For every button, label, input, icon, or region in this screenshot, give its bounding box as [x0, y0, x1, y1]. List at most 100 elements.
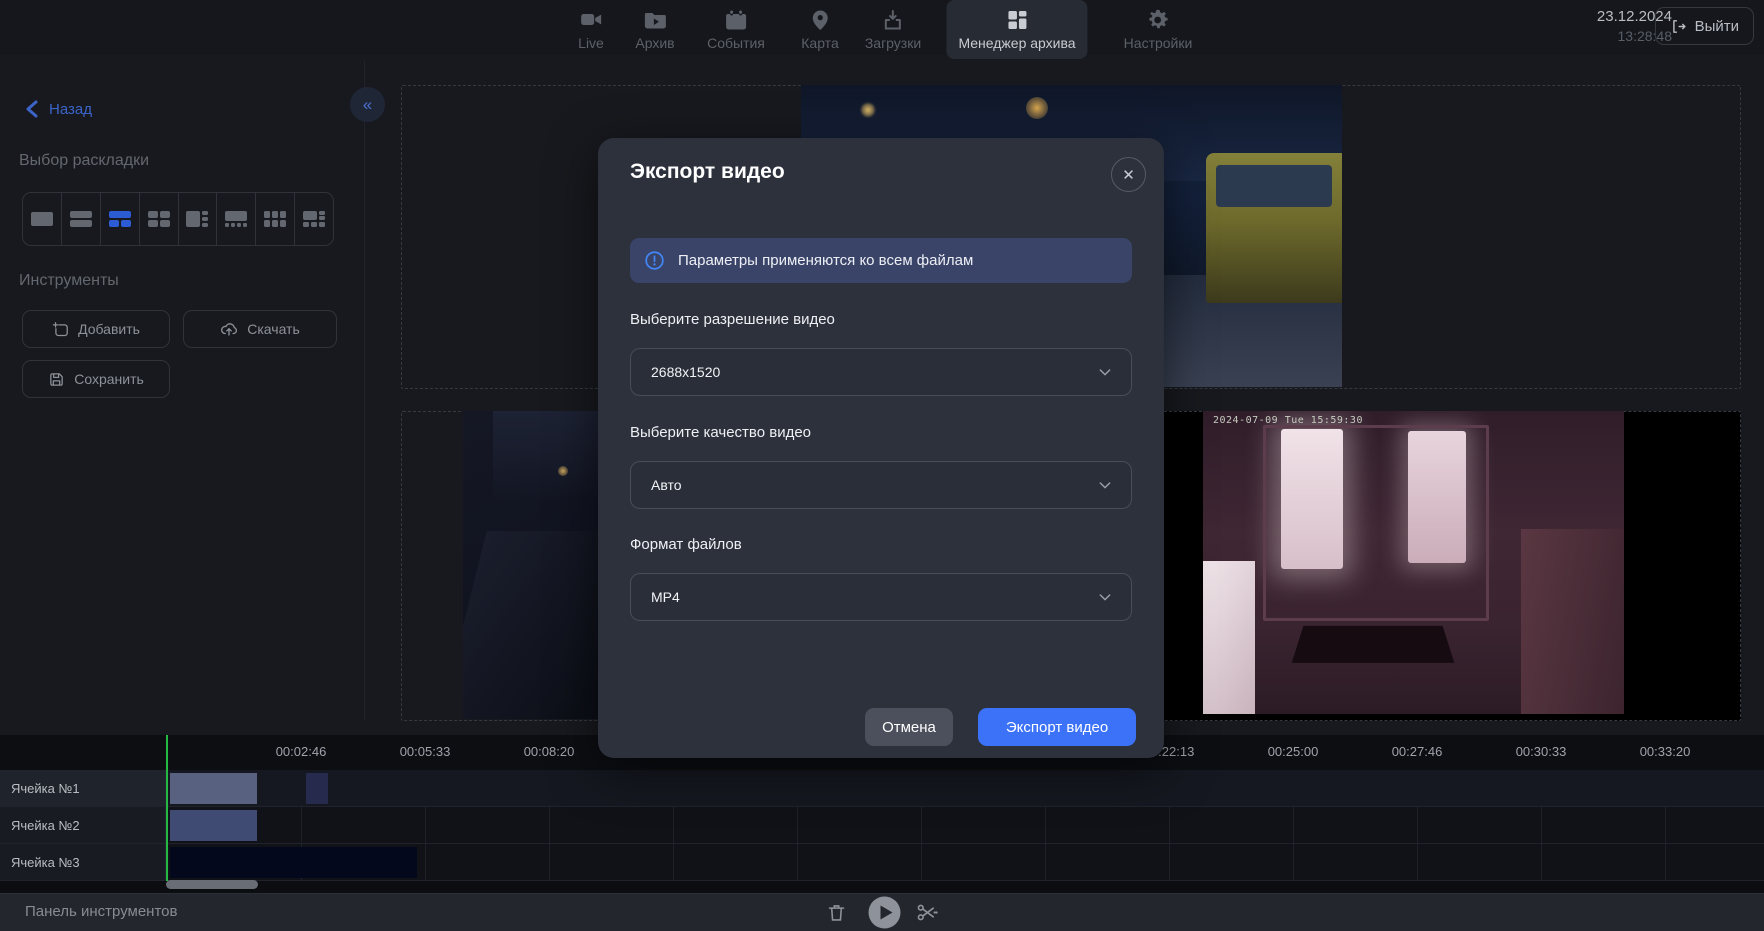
timeline-row-3[interactable]: Ячейка №3 [0, 844, 1764, 881]
logout-button[interactable]: Выйти [1655, 7, 1754, 45]
time-tick: 00:33:20 [1640, 744, 1691, 759]
recording-segment[interactable] [170, 810, 257, 841]
layout-option-2[interactable] [62, 193, 101, 245]
download-button-label: Скачать [247, 321, 300, 337]
export-video-modal: Экспорт видео ✕ Параметры применяются ко… [598, 138, 1164, 758]
playhead-marker[interactable] [166, 735, 168, 881]
close-modal-button[interactable]: ✕ [1111, 157, 1146, 192]
download-button[interactable]: Скачать [183, 310, 337, 348]
row-label: Ячейка №2 [0, 807, 166, 843]
floppy-disk-icon [48, 371, 65, 388]
sidebar-divider [364, 60, 365, 720]
gear-icon [1146, 8, 1170, 32]
archive-manager-screen: Live Архив События Карта Загрузки Менедж… [0, 0, 1764, 931]
lamp-glow [558, 466, 568, 476]
recording-segment[interactable] [170, 847, 417, 878]
layout-4-icon [146, 209, 172, 229]
quality-select[interactable]: Авто [630, 461, 1132, 509]
layout-option-3-selected[interactable] [101, 193, 140, 245]
save-button[interactable]: Сохранить [22, 360, 170, 398]
cancel-button[interactable]: Отмена [865, 708, 953, 746]
camera-video-bottom-right[interactable]: 2024-07-09 Tue 15:59:30 [1203, 411, 1624, 714]
toolbar-title: Панель инструментов [25, 903, 177, 920]
modal-title: Экспорт видео [630, 160, 785, 184]
nav-item-label: События [707, 35, 765, 51]
chevron-down-icon [1097, 477, 1113, 493]
row-label: Ячейка №1 [0, 770, 166, 806]
bus-windows [1216, 165, 1332, 207]
back-label: Назад [49, 101, 92, 118]
info-banner: Параметры применяются ко всем файлам [630, 238, 1132, 283]
format-field-label: Формат файлов [630, 536, 742, 553]
top-nav-bar: Live Архив События Карта Загрузки Менедж… [0, 0, 1764, 55]
camera-timestamp: 2024-07-09 Tue 15:59:30 [1213, 415, 1363, 426]
layout-option-7[interactable] [256, 193, 295, 245]
calendar-icon [724, 8, 748, 32]
recording-segment[interactable] [170, 773, 257, 804]
nav-item-settings[interactable]: Настройки [1112, 4, 1205, 55]
back-link[interactable]: Назад [25, 100, 92, 118]
layout-option-6[interactable] [217, 193, 256, 245]
add-button[interactable]: Добавить [22, 310, 170, 348]
tools-section-title: Инструменты [19, 272, 119, 290]
street-light-glow [1026, 97, 1048, 119]
layout-3-icon [107, 209, 133, 229]
map-pin-icon [808, 8, 832, 32]
time-tick: 00:25:00 [1268, 744, 1319, 759]
street-light-glow [861, 103, 875, 117]
info-exclamation-icon [644, 250, 665, 271]
nav-item-events[interactable]: События [695, 4, 777, 55]
layout-option-5[interactable] [179, 193, 218, 245]
collapse-sidebar-button[interactable]: « [350, 87, 385, 122]
bottom-toolbar: Панель инструментов [0, 893, 1764, 931]
quality-field-label: Выберите качество видео [630, 424, 811, 441]
nav-item-downloads[interactable]: Загрузки [853, 4, 933, 55]
play-button[interactable] [867, 895, 902, 930]
timeline-horizontal-scrollbar[interactable] [166, 880, 258, 889]
nav-item-label: Загрузки [865, 35, 921, 51]
chevron-down-icon [1097, 364, 1113, 380]
nav-item-map[interactable]: Карта [789, 4, 850, 55]
nav-item-label: Менеджер архива [958, 35, 1075, 51]
cut-button[interactable] [915, 901, 938, 924]
nav-item-label: Архив [635, 35, 674, 51]
time-tick: 00:02:46 [276, 744, 327, 759]
layout-option-8[interactable] [295, 193, 333, 245]
resolution-field-label: Выберите разрешение видео [630, 311, 835, 328]
resolution-value: 2688x1520 [651, 364, 720, 380]
add-button-label: Добавить [78, 321, 140, 337]
time-tick: 00:27:46 [1392, 744, 1443, 759]
layout-7-icon [262, 209, 288, 229]
layout-6-icon [223, 209, 249, 229]
timeline-row-2[interactable]: Ячейка №2 [0, 807, 1764, 844]
layout-selector [22, 192, 334, 246]
timeline-tracks: Ячейка №1 Ячейка №2 Ячейка №3 [0, 770, 1764, 881]
cloud-arrow-icon [220, 320, 238, 338]
time-tick: 00:08:20 [524, 744, 575, 759]
folder-play-icon [643, 8, 667, 32]
download-box-icon [881, 8, 905, 32]
layout-8-icon [301, 209, 327, 229]
format-select[interactable]: MP4 [630, 573, 1132, 621]
nav-item-archive[interactable]: Архив [623, 4, 686, 55]
close-icon: ✕ [1122, 166, 1135, 184]
nav-item-archive-manager[interactable]: Менеджер архива [946, 0, 1087, 59]
double-chevron-left-icon: « [363, 95, 372, 115]
layout-option-1[interactable] [23, 193, 62, 245]
radiator [1203, 561, 1255, 714]
play-icon [867, 895, 902, 930]
wooden-cabinet [1521, 529, 1624, 714]
nav-item-label: Live [578, 35, 604, 51]
nav-item-label: Карта [801, 35, 838, 51]
nav-item-live[interactable]: Live [566, 4, 616, 55]
time-tick: 00:30:33 [1516, 744, 1567, 759]
add-copy-icon [52, 321, 69, 338]
timeline-row-1[interactable]: Ячейка №1 [0, 770, 1764, 807]
export-submit-button[interactable]: Экспорт видео [978, 708, 1136, 746]
delete-button[interactable] [826, 902, 847, 923]
recording-segment[interactable] [306, 773, 328, 804]
layout-option-4[interactable] [140, 193, 179, 245]
layout-section-title: Выбор раскладки [19, 152, 149, 170]
layout-1-icon [29, 209, 55, 229]
resolution-select[interactable]: 2688x1520 [630, 348, 1132, 396]
